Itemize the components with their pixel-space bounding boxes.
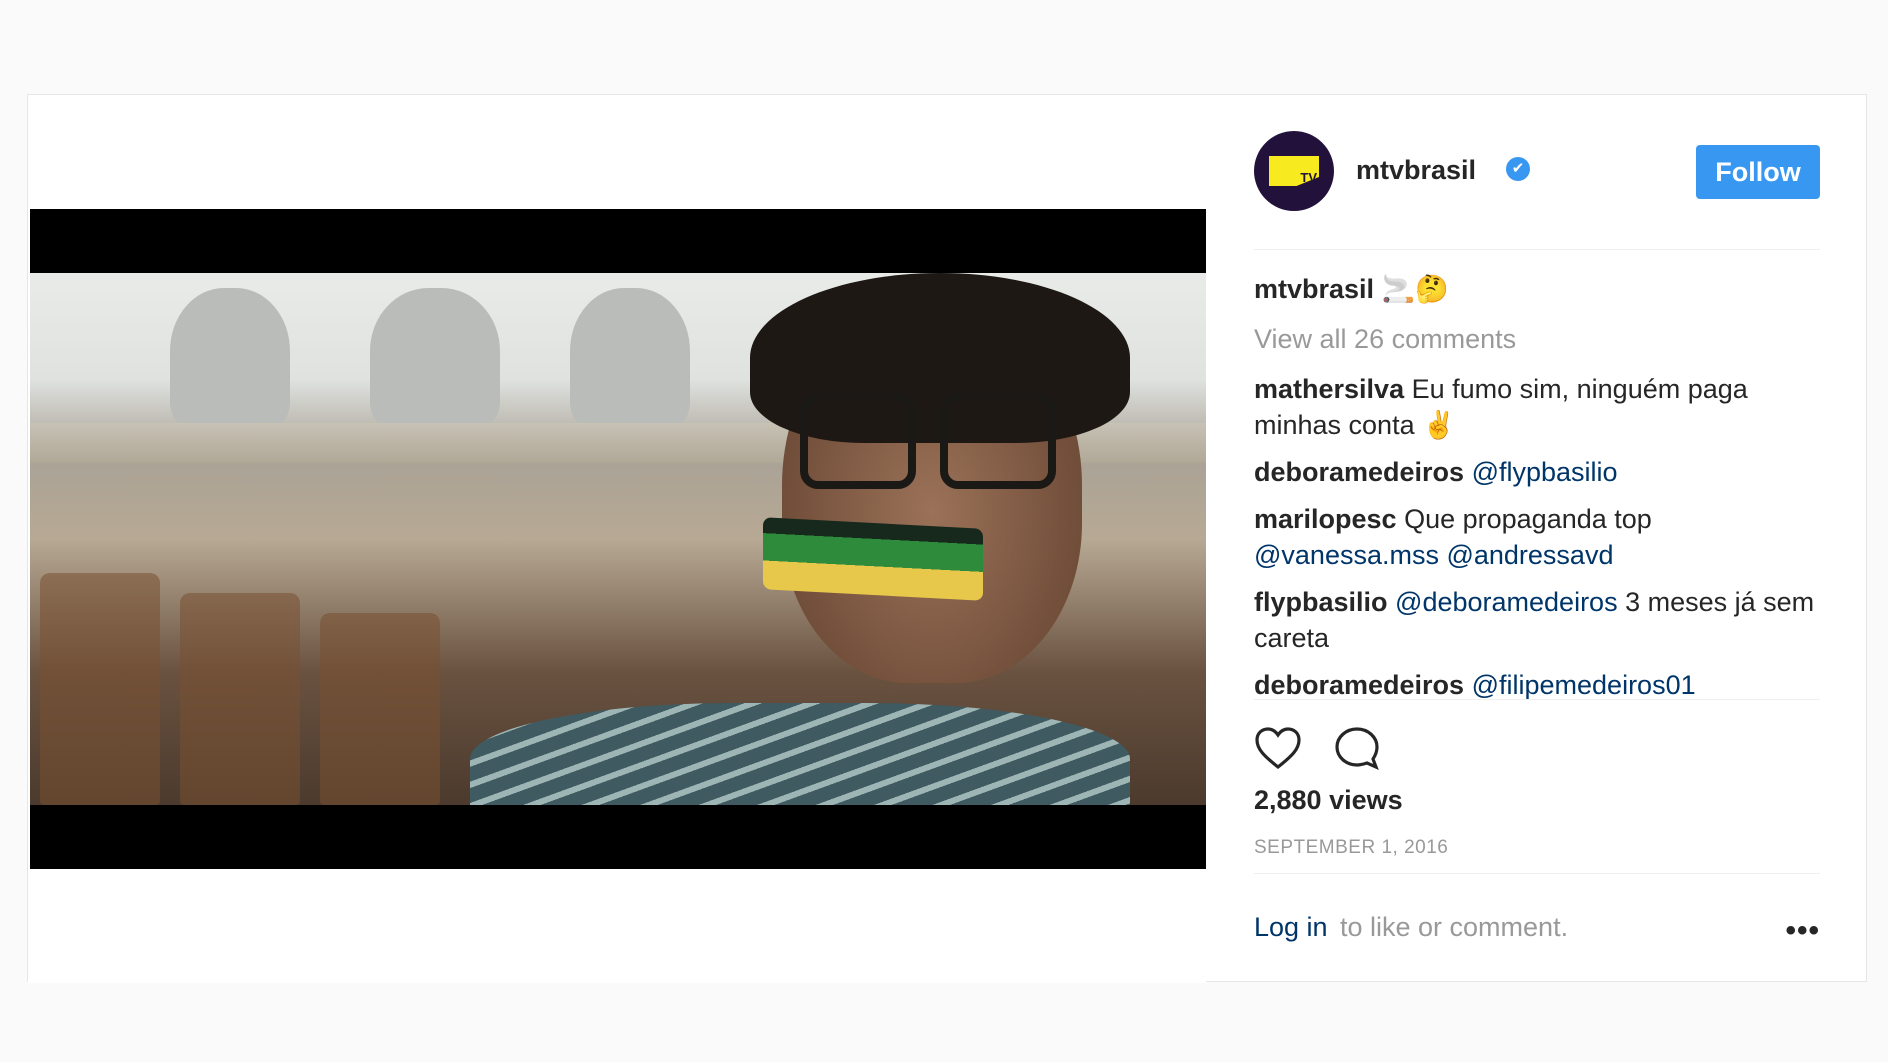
verified-badge-icon: ✔ <box>1506 157 1530 181</box>
comment-mention[interactable]: @vanessa.mss @andressavd <box>1254 540 1613 570</box>
comment-mention[interactable]: @flypbasilio <box>1472 457 1618 487</box>
post-header: TV mtvbrasil ✔ Follow <box>1254 95 1820 250</box>
comment-text: Que propaganda top <box>1404 504 1652 534</box>
background-vase <box>370 288 500 428</box>
background-jar <box>320 613 440 805</box>
background-vase <box>170 288 290 428</box>
video-frame <box>30 273 1206 805</box>
comment-username[interactable]: deboramedeiros <box>1254 670 1464 700</box>
post-media <box>28 95 1206 983</box>
comment-mention[interactable]: @deboramedeiros <box>1395 587 1618 617</box>
video-player[interactable] <box>30 209 1206 869</box>
caption-username[interactable]: mtvbrasil <box>1254 274 1374 304</box>
glasses-left-lens <box>800 393 916 489</box>
comment-icon[interactable] <box>1334 726 1380 770</box>
view-count: 2,880 views <box>1254 785 1403 815</box>
mtv-logo-text: TV <box>1300 170 1317 185</box>
avatar[interactable]: TV <box>1254 131 1334 211</box>
background-vase <box>570 288 690 428</box>
comment-item: marilopesc Que propaganda top @vanessa.m… <box>1254 501 1820 573</box>
glasses-right-lens <box>940 393 1056 489</box>
login-prompt-text: to like or comment. <box>1340 912 1569 942</box>
login-row: Log in to like or comment. ••• <box>1254 873 1820 982</box>
mtv-logo-icon: TV <box>1269 156 1319 186</box>
account-username[interactable]: mtvbrasil <box>1356 155 1476 186</box>
login-link[interactable]: Log in <box>1254 912 1328 943</box>
comment-item: deboramedeiros @flypbasilio <box>1254 454 1820 490</box>
comment-username[interactable]: deboramedeiros <box>1254 457 1464 487</box>
sponge <box>763 517 983 601</box>
comment-item: flypbasilio @deboramedeiros 3 meses já s… <box>1254 584 1820 656</box>
heart-icon[interactable] <box>1254 726 1302 770</box>
view-all-comments-link[interactable]: View all 26 comments <box>1254 321 1820 357</box>
striped-shirt <box>470 703 1130 805</box>
comment-item: deboramedeiros @filipemedeiros01 <box>1254 667 1820 703</box>
comment-username[interactable]: marilopesc <box>1254 504 1397 534</box>
caption-text: 🚬🤔 <box>1381 274 1449 304</box>
post-sidebar: TV mtvbrasil ✔ Follow mtvbrasil 🚬🤔 View … <box>1206 95 1866 983</box>
comment-username[interactable]: mathersilva <box>1254 374 1404 404</box>
background-jar <box>40 573 160 805</box>
more-options-icon[interactable]: ••• <box>1785 914 1820 948</box>
background-jar <box>180 593 300 805</box>
comment-item: mathersilva Eu fumo sim, ninguém paga mi… <box>1254 371 1820 443</box>
post-card: TV mtvbrasil ✔ Follow mtvbrasil 🚬🤔 View … <box>27 94 1867 983</box>
comment-mention[interactable]: @filipemedeiros01 <box>1472 670 1696 700</box>
comment-username[interactable]: flypbasilio <box>1254 587 1388 617</box>
post-date: SEPTEMBER 1, 2016 <box>1254 837 1449 858</box>
post-caption: mtvbrasil 🚬🤔 <box>1254 271 1820 307</box>
follow-button[interactable]: Follow <box>1696 145 1820 199</box>
